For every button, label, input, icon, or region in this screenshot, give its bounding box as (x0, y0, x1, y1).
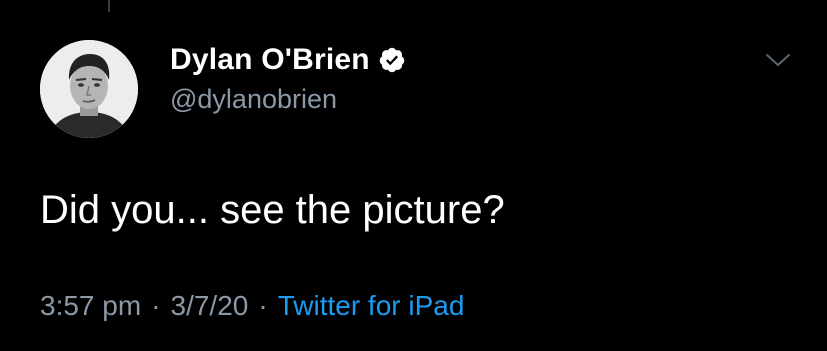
tweet-metadata: 3:57 pm · 3/7/20 · Twitter for iPad (40, 290, 464, 322)
author-display-name[interactable]: Dylan O'Brien (170, 43, 370, 77)
author-handle[interactable]: @dylanobrien (170, 84, 337, 115)
chevron-down-icon (766, 54, 790, 66)
tweet-source-link[interactable]: Twitter for iPad (278, 290, 465, 322)
thread-connector-line (108, 0, 110, 12)
tweet-text: Did you... see the picture? (40, 188, 505, 232)
separator-dot: · (151, 290, 161, 321)
verified-badge-icon (378, 46, 406, 74)
tweet-time[interactable]: 3:57 pm (40, 290, 141, 322)
avatar[interactable] (40, 40, 138, 138)
separator-dot: · (258, 290, 268, 321)
profile-photo (40, 40, 138, 138)
author-name-row[interactable]: Dylan O'Brien (170, 40, 406, 80)
more-options-button[interactable] (762, 46, 794, 74)
tweet-date[interactable]: 3/7/20 (171, 290, 249, 322)
